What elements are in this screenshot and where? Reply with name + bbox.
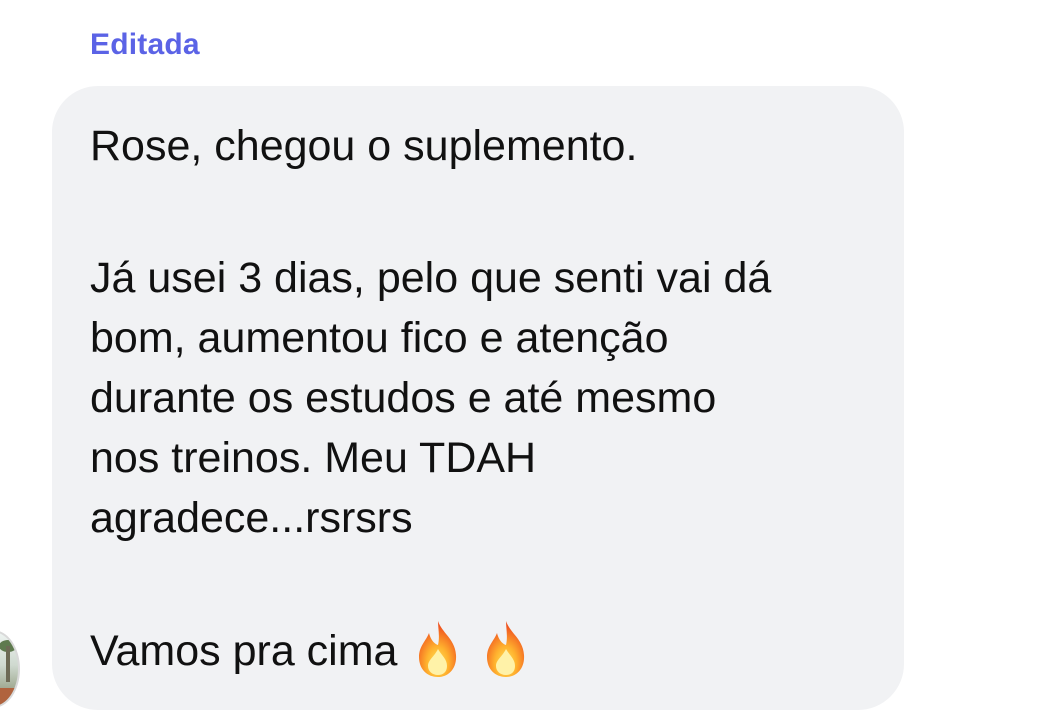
- message-line: Vamos pra cima: [90, 627, 398, 675]
- message-line: Rose, chegou o suplemento.: [90, 122, 638, 170]
- message-line: nos treinos. Meu TDAH: [90, 434, 537, 482]
- message-line: durante os estudos e até mesmo: [90, 374, 717, 422]
- avatar-image-detail: [6, 646, 10, 682]
- message-last-line: Vamos pra cima: [90, 619, 533, 681]
- message-line: Já usei 3 dias, pelo que senti vai dá: [90, 254, 772, 302]
- avatar[interactable]: [0, 630, 20, 708]
- message-line: bom, aumentou fico e atenção: [90, 314, 669, 362]
- message-line: agradece...rsrsrs: [90, 494, 413, 542]
- avatar-image-detail: [0, 688, 18, 706]
- fire-icon: [411, 619, 465, 679]
- fire-icon: [479, 619, 533, 679]
- edited-label: Editada: [90, 28, 200, 61]
